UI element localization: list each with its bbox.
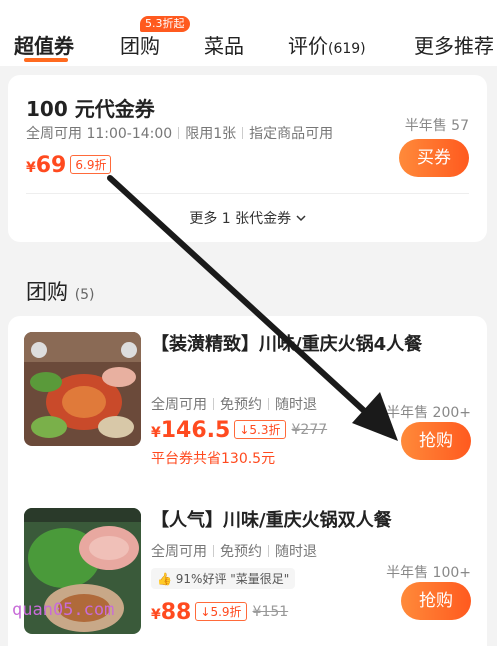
deal-price: 88 (160, 600, 192, 625)
currency-symbol: ¥ (151, 425, 161, 441)
deal-original-price: ¥277 (291, 422, 328, 438)
tab-label: 超值券 (14, 34, 74, 58)
grab-deal-button[interactable]: 抢购 (401, 582, 471, 620)
deal-original-price: ¥151 (252, 604, 289, 620)
deal-price-row: ¥88 ↓5.9折 ¥151 (151, 600, 288, 625)
review-highlight-text: 91%好评 "菜量很足" (175, 572, 290, 586)
tab-label: 评价 (288, 34, 328, 58)
tab-dishes[interactable]: 菜品 (204, 30, 244, 59)
deal-discount-tag: ↓5.3折 (234, 420, 286, 439)
more-coupons-link[interactable]: 更多 1 张代金券 (8, 208, 487, 228)
deal-price-row: ¥146.5 ↓5.3折 ¥277 (151, 418, 327, 443)
section-title-label: 团购 (26, 280, 68, 304)
tab-label: 团购 (120, 34, 160, 58)
deal-discount-value: 5.3折 (249, 423, 281, 437)
deal-tags: 全周可用 免预约 随时退 (151, 541, 317, 561)
tag-no-reservation: 免预约 (220, 544, 262, 560)
deal-tags: 全周可用 免预约 随时退 (151, 394, 317, 414)
currency-symbol: ¥ (26, 160, 36, 176)
deal-sold-count: 半年售 100+ (386, 565, 471, 581)
tab-group-buy[interactable]: 团购 (120, 30, 160, 59)
coupon-sold-count: 半年售 57 (404, 118, 469, 134)
coupon-price: 69 (35, 153, 67, 178)
tag-refundable: 随时退 (275, 544, 317, 560)
coupon-discount-tag: 6.9折 (70, 155, 112, 174)
currency-symbol: ¥ (151, 607, 161, 623)
more-coupons-label: 更多 1 张代金券 (189, 211, 292, 227)
down-arrow-icon: ↓ (200, 605, 211, 619)
coupon-price-row: ¥69 6.9折 (26, 153, 112, 178)
coupon-title: 100 元代金券 (26, 97, 155, 121)
buy-coupon-button[interactable]: 买券 (399, 139, 469, 177)
section-count: (5) (74, 287, 95, 303)
condition-time: 全周可用 11:00-14:00 (26, 126, 173, 142)
group-discount-badge: 5.3折起 (140, 16, 190, 32)
review-highlight: 👍 91%好评 "菜量很足" (151, 568, 296, 589)
tab-bar: 超值券 团购 5.3折起 菜品 评价(619) 更多推荐 (0, 0, 497, 66)
grab-deal-button[interactable]: 抢购 (401, 422, 471, 460)
down-arrow-icon: ↓ (239, 423, 250, 437)
tag-no-reservation: 免预约 (220, 397, 262, 413)
tab-reviews[interactable]: 评价(619) (288, 30, 366, 59)
thumbs-up-icon: 👍 (157, 572, 172, 586)
condition-items: 指定商品可用 (249, 126, 334, 142)
tag-refundable: 随时退 (275, 397, 317, 413)
deal-price: 146.5 (160, 418, 231, 443)
chevron-down-icon (296, 215, 306, 222)
deal-savings: 平台券共省130.5元 (151, 451, 276, 467)
deal-title: 【装潢精致】川味/重庆火锅4人餐 (151, 334, 423, 355)
deal-photo-hotpot-4[interactable] (24, 332, 141, 446)
tag-all-week: 全周可用 (151, 544, 207, 560)
review-count: (619) (328, 41, 366, 57)
condition-limit: 限用1张 (185, 126, 237, 142)
group-buy-section-title: 团购 (5) (26, 276, 95, 306)
divider (26, 193, 469, 194)
deal-discount-value: 5.9折 (210, 605, 242, 619)
watermark: quan05.com (12, 600, 115, 620)
tag-all-week: 全周可用 (151, 397, 207, 413)
coupon-conditions: 全周可用 11:00-14:00 限用1张 指定商品可用 (26, 123, 333, 143)
tab-label: 菜品 (204, 34, 244, 58)
deal-discount-tag: ↓5.9折 (195, 602, 247, 621)
deal-sold-count: 半年售 200+ (386, 405, 471, 421)
deal-title: 【人气】川味/重庆火锅双人餐 (151, 510, 392, 531)
active-tab-indicator (24, 58, 68, 62)
group-buy-list: 【装潢精致】川味/重庆火锅4人餐 全周可用 免预约 随时退 ¥146.5 ↓5.3折 ¥… (8, 316, 487, 646)
tab-label: 更多推荐 (414, 34, 494, 58)
tab-coupons[interactable]: 超值券 (14, 30, 74, 59)
coupon-card[interactable]: 100 元代金券 全周可用 11:00-14:00 限用1张 指定商品可用 ¥69 6… (8, 75, 487, 242)
tab-more-recommendations[interactable]: 更多推荐 (414, 30, 494, 59)
